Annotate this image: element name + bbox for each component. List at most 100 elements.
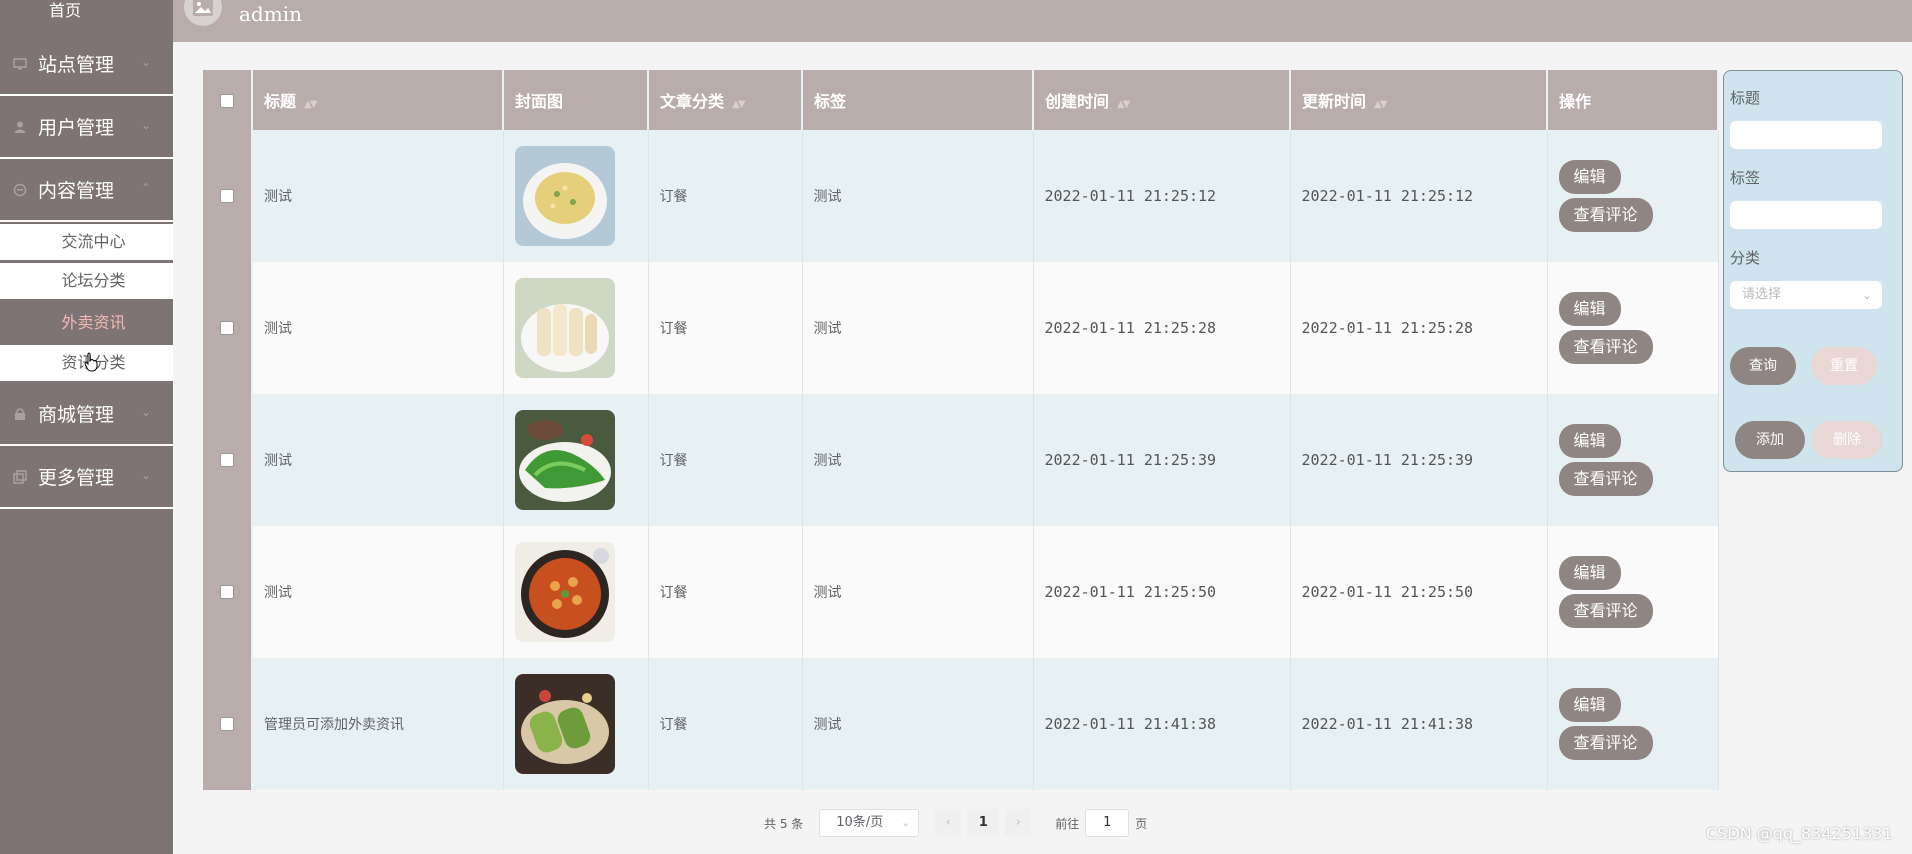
- avatar[interactable]: [184, 0, 222, 26]
- edit-button[interactable]: 编辑: [1558, 160, 1621, 194]
- delete-button[interactable]: 删除: [1812, 421, 1882, 459]
- user-icon: [12, 119, 28, 135]
- column-header-tag: 标签: [802, 70, 1034, 130]
- cell-created: 2022-01-11 21:25:28: [1033, 262, 1291, 394]
- cover-image[interactable]: [514, 542, 615, 642]
- username: admin: [239, 2, 302, 26]
- query-button[interactable]: 查询: [1730, 347, 1796, 385]
- category-placeholder: 请选择: [1742, 287, 1782, 302]
- cell-tag: 测试: [802, 130, 1034, 262]
- view-comments-button[interactable]: 查看评论: [1558, 330, 1653, 364]
- sidebar-item-exchange-center[interactable]: 交流中心: [0, 224, 173, 260]
- table-row: 测试 订餐 测试 2022-01-11 21:25:28 2022-01-11 …: [203, 262, 1719, 394]
- sidebar-group-user[interactable]: 用户管理 ⌄: [0, 96, 173, 159]
- reset-button[interactable]: 重置: [1811, 347, 1877, 385]
- sidebar-item-takeaway-news[interactable]: 外卖资讯: [0, 305, 173, 341]
- sidebar-group-label: 商城管理: [38, 404, 115, 426]
- category-filter-select[interactable]: 请选择 ⌄: [1730, 281, 1882, 309]
- chat-icon: [12, 182, 28, 198]
- sidebar-group-label: 用户管理: [38, 117, 115, 139]
- next-page-button[interactable]: ›: [1005, 809, 1032, 837]
- view-comments-button[interactable]: 查看评论: [1558, 462, 1653, 496]
- total-count: 共 5 条: [764, 816, 804, 831]
- cell-tag: 测试: [802, 262, 1034, 394]
- view-comments-button[interactable]: 查看评论: [1558, 594, 1653, 628]
- select-all-checkbox-cell: [203, 70, 253, 130]
- monitor-icon: [12, 56, 28, 72]
- view-comments-button[interactable]: 查看评论: [1558, 198, 1653, 232]
- sort-icon[interactable]: ▲▼: [1117, 99, 1130, 110]
- sort-icon[interactable]: ▲▼: [304, 99, 317, 110]
- row-checkbox[interactable]: [220, 717, 234, 731]
- table-row: 管理员可添加外卖资讯 订餐 测试 2022-01-11 21:41:38 202…: [203, 658, 1719, 790]
- cell-updated: 2022-01-11 21:25:12: [1290, 130, 1548, 262]
- view-comments-button[interactable]: 查看评论: [1558, 726, 1653, 760]
- row-checkbox[interactable]: [220, 189, 234, 203]
- page-unit-label: 页: [1135, 816, 1148, 831]
- add-button[interactable]: 添加: [1735, 421, 1805, 459]
- edit-button[interactable]: 编辑: [1558, 292, 1621, 326]
- cell-created: 2022-01-11 21:25:50: [1033, 526, 1291, 658]
- cell-category: 订餐: [648, 658, 803, 790]
- column-header-category[interactable]: 文章分类 ▲▼: [648, 70, 803, 130]
- chevron-down-icon: ⌄: [140, 118, 151, 132]
- row-checkbox[interactable]: [220, 585, 234, 599]
- sidebar-item-home[interactable]: 首页: [0, 0, 130, 22]
- cover-image[interactable]: [514, 278, 615, 378]
- page-size-select[interactable]: 10条/页 ⌄: [819, 809, 920, 837]
- copy-icon: [12, 469, 28, 485]
- row-checkbox[interactable]: [220, 321, 234, 335]
- cell-actions: 编辑 查看评论: [1547, 394, 1719, 526]
- cover-image[interactable]: [514, 146, 615, 246]
- cell-title: 测试: [252, 394, 504, 526]
- column-header-title[interactable]: 标题 ▲▼: [252, 70, 504, 130]
- sidebar-group-mall[interactable]: 商城管理 ⌄: [0, 383, 173, 446]
- sidebar-group-label: 内容管理: [38, 180, 115, 202]
- cell-actions: 编辑 查看评论: [1547, 130, 1719, 262]
- cell-title: 测试: [252, 262, 504, 394]
- row-checkbox[interactable]: [220, 453, 234, 467]
- cell-updated: 2022-01-11 21:25:39: [1290, 394, 1548, 526]
- cell-actions: 编辑 查看评论: [1547, 658, 1719, 790]
- cell-tag: 测试: [802, 394, 1034, 526]
- category-filter-label: 分类: [1730, 249, 1761, 267]
- column-header-created[interactable]: 创建时间 ▲▼: [1033, 70, 1291, 130]
- edit-button[interactable]: 编辑: [1558, 556, 1621, 590]
- column-header-actions: 操作: [1547, 70, 1719, 130]
- tag-filter-label: 标签: [1730, 169, 1761, 187]
- edit-button[interactable]: 编辑: [1558, 688, 1621, 722]
- table-row: 测试 订餐 测试 2022-01-11 21:25:12 2022-01-11 …: [203, 130, 1719, 262]
- column-header-updated[interactable]: 更新时间 ▲▼: [1290, 70, 1548, 130]
- table-row: 测试 订餐 测试 2022-01-11 21:25:39 2022-01-11 …: [203, 394, 1719, 526]
- cell-tag: 测试: [802, 526, 1034, 658]
- cell-actions: 编辑 查看评论: [1547, 262, 1719, 394]
- cell-created: 2022-01-11 21:25:39: [1033, 394, 1291, 526]
- chevron-down-icon: ⌄: [1861, 288, 1872, 302]
- search-panel: 标题 标签 分类 请选择 ⌄ 查询 重置 添加 删除: [1723, 70, 1903, 472]
- goto-page-input[interactable]: 1: [1085, 809, 1130, 837]
- cell-category: 订餐: [648, 130, 803, 262]
- sidebar-group-more[interactable]: 更多管理 ⌄: [0, 446, 173, 509]
- news-table: 标题 ▲▼ 封面图 文章分类 ▲▼ 标签 创建时间 ▲▼ 更新时间 ▲▼ 操作 测试 订…: [203, 70, 1719, 790]
- sort-icon[interactable]: ▲▼: [732, 99, 745, 110]
- sidebar-group-content[interactable]: 内容管理 ⌃: [0, 159, 173, 222]
- cell-category: 订餐: [648, 394, 803, 526]
- cell-created: 2022-01-11 21:25:12: [1033, 130, 1291, 262]
- tag-filter-input[interactable]: [1730, 201, 1882, 229]
- cell-category: 订餐: [648, 262, 803, 394]
- cell-actions: 编辑 查看评论: [1547, 526, 1719, 658]
- sort-icon[interactable]: ▲▼: [1374, 99, 1387, 110]
- title-filter-input[interactable]: [1730, 121, 1882, 149]
- select-all-checkbox[interactable]: [220, 94, 234, 108]
- cell-updated: 2022-01-11 21:41:38: [1290, 658, 1548, 790]
- current-page[interactable]: 1: [967, 809, 1000, 837]
- cell-created: 2022-01-11 21:41:38: [1033, 658, 1291, 790]
- prev-page-button[interactable]: ‹: [935, 809, 962, 837]
- cover-image[interactable]: [514, 410, 615, 510]
- sidebar-group-label: 站点管理: [38, 54, 115, 76]
- cover-image[interactable]: [514, 674, 615, 774]
- sidebar-item-forum-category[interactable]: 论坛分类: [0, 263, 173, 299]
- cell-cover: [503, 526, 649, 658]
- edit-button[interactable]: 编辑: [1558, 424, 1621, 458]
- sidebar-group-site[interactable]: 站点管理 ⌄: [0, 33, 173, 96]
